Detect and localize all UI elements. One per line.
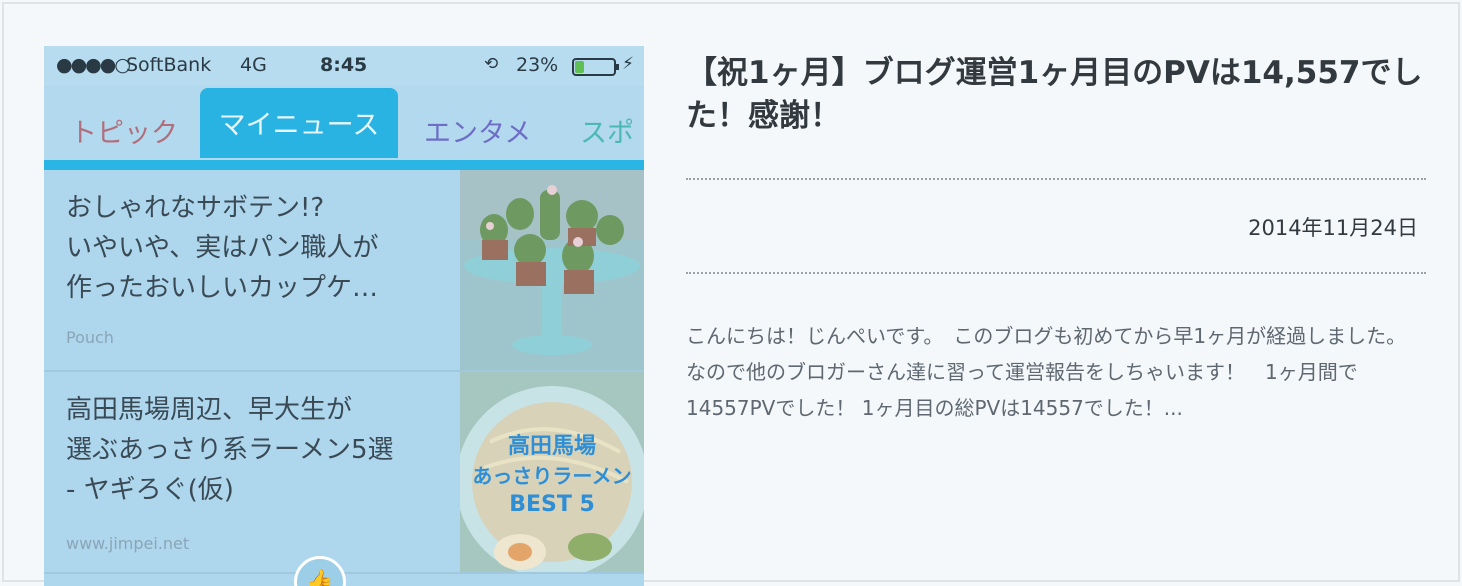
battery-icon — [572, 58, 619, 76]
rotation-lock-icon: ⟲ — [484, 54, 499, 74]
post-card: ●●●●○ SoftBank 4G 8:45 ⟲ 23% ⚡ トピック マイニュ… — [2, 2, 1460, 586]
post-date: 2014年11月24日 — [1248, 216, 1418, 240]
battery-level — [575, 61, 584, 73]
ramen-image: 高田馬場 あっさりラーメン BEST 5 — [460, 372, 644, 572]
feed-line: おしゃれなサボテン!? — [66, 193, 325, 223]
network-type: 4G — [240, 54, 267, 76]
feed-item: おしゃれなサボテン!? いやいや、実はパン職人が 作ったおいしいカップケ… Po… — [44, 170, 644, 372]
tab-topic: トピック — [70, 118, 178, 149]
news-tabs: トピック マイニュース エンタメ スポー — [44, 86, 644, 188]
signal-strength: ●●●●○ — [56, 54, 131, 76]
feed-item-title: おしゃれなサボテン!? いやいや、実はパン職人が 作ったおいしいカップケ… — [66, 188, 446, 308]
carrier-name: SoftBank — [126, 54, 212, 76]
status-time: 8:45 — [320, 54, 368, 76]
feed-item-source: www.jimpei.net — [66, 534, 190, 553]
tab-mynews: マイニュース — [200, 88, 398, 158]
battery-percent: 23% — [516, 54, 559, 76]
feed-item-title: 高田馬場周辺、早大生が 選ぶあっさり系ラーメン5選 - ヤギろぐ(仮) — [66, 390, 446, 510]
feed-line: 選ぶあっさり系ラーメン5選 — [66, 435, 394, 465]
tab-entame: エンタメ — [424, 118, 532, 149]
ramen-image-caption: BEST 5 — [509, 492, 595, 517]
post-excerpt: こんにちは！じんぺいです。 このブログも初めてから早1ヶ月が経過しました。 なの… — [686, 324, 1407, 420]
feed-line: いやいや、実はパン職人が — [66, 233, 379, 263]
feed-line: 作ったおいしいカップケ… — [66, 273, 379, 303]
charging-icon: ⚡ — [622, 54, 634, 74]
phone-status-bar: ●●●●○ SoftBank 4G 8:45 ⟲ 23% ⚡ — [44, 46, 644, 86]
cactus-cupcakes-image — [460, 170, 644, 370]
feed-line: - ヤギろぐ(仮) — [66, 475, 234, 505]
feed-item: 高田馬場周辺、早大生が 選ぶあっさり系ラーメン5選 - ヤギろぐ(仮) www.… — [44, 372, 644, 574]
post-title[interactable]: 【祝1ヶ月】ブログ運営1ヶ月目のPVは14,557でした！感謝！ — [686, 52, 1426, 138]
ramen-image-caption: 高田馬場 — [507, 434, 596, 459]
feed-line: 高田馬場周辺、早大生が — [66, 395, 353, 425]
post-thumbnail[interactable]: ●●●●○ SoftBank 4G 8:45 ⟲ 23% ⚡ トピック マイニュ… — [44, 46, 644, 586]
tab-underline — [44, 160, 644, 170]
ramen-image-caption: あっさりラーメン — [472, 464, 632, 488]
divider — [686, 178, 1426, 180]
divider — [686, 272, 1426, 274]
feed-item-source: Pouch — [66, 328, 114, 347]
